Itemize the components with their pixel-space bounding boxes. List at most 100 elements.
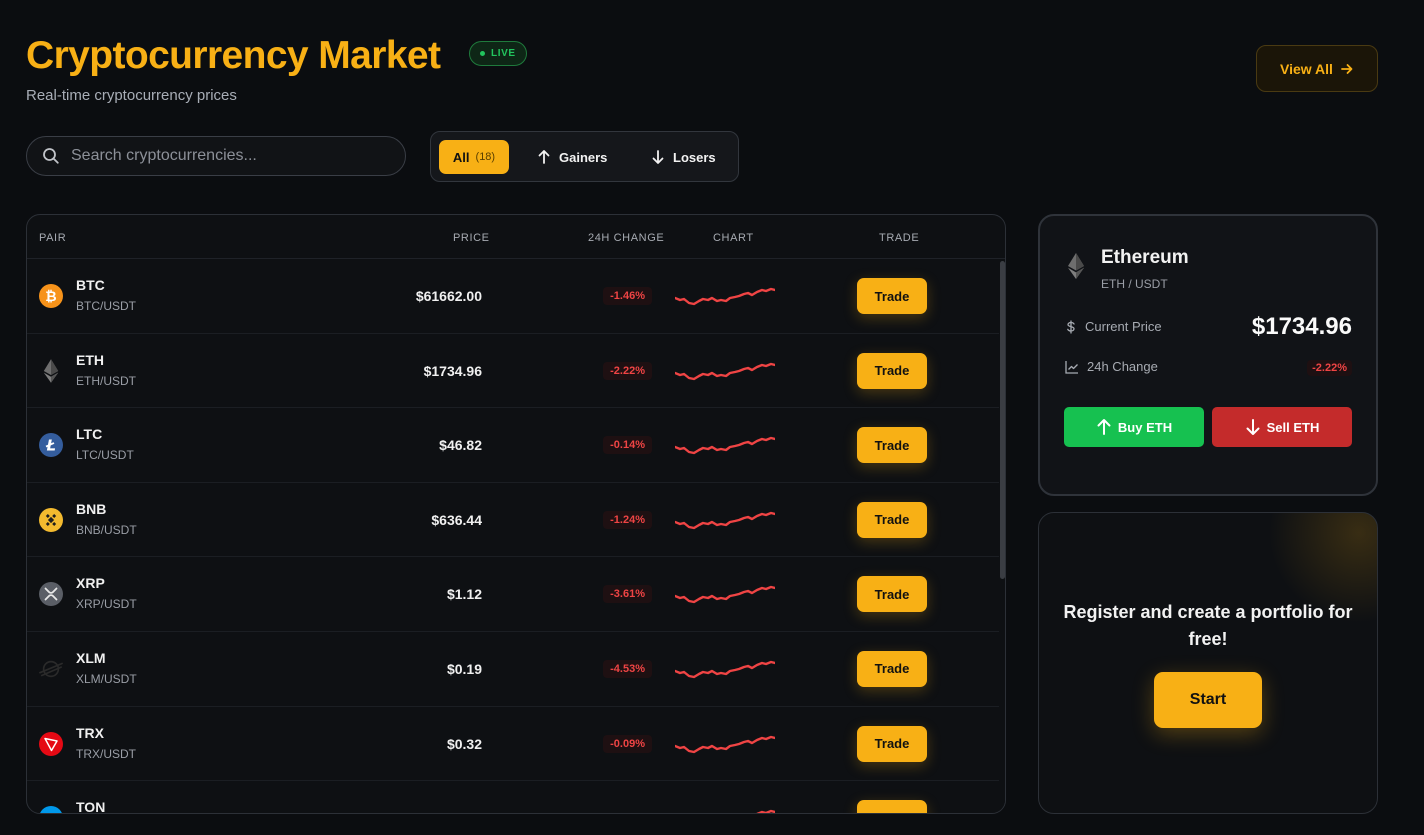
view-all-button[interactable]: View All [1256, 45, 1378, 92]
filter-losers-label: Losers [673, 149, 716, 165]
table-row[interactable]: XLM XLM/USDT $0.19 -4.53% Trade [27, 632, 999, 707]
toncoin-icon [39, 806, 63, 813]
live-badge: LIVE [469, 41, 527, 66]
arrow-down-icon [1246, 419, 1260, 435]
coin-symbol: TON [76, 799, 106, 814]
table-body: ₿ BTC BTC/USDT $61662.00 -1.46% Trade ETH ETH/U… [27, 259, 999, 814]
current-price-value: $1734.96 [1251, 313, 1352, 340]
change-value: -2.22% [1307, 360, 1352, 376]
trade-button[interactable]: Trade [857, 650, 927, 687]
table-row[interactable]: Ł LTC LTC/USDT $46.82 -0.14% Trade [27, 408, 999, 483]
filter-group: All (18) Gainers Losers [430, 131, 739, 182]
dollar-icon [1067, 319, 1075, 334]
filter-all-button[interactable]: All (18) [439, 140, 509, 174]
table-row[interactable]: BNB BNB/USDT $636.44 -1.24% Trade [27, 483, 999, 558]
trade-button[interactable]: Trade [857, 427, 927, 464]
column-24h-change: 24H CHANGE [588, 232, 665, 244]
litecoin-icon: Ł [39, 433, 63, 458]
coin-change: -4.53% [603, 659, 652, 678]
coin-detail-card: Ethereum ETH / USDT Current Price $1734.… [1038, 214, 1378, 496]
coin-symbol: TRX [76, 724, 104, 741]
table-row[interactable]: TONTON/USDTTrade [27, 781, 999, 814]
trade-button[interactable]: Trade [857, 800, 927, 813]
tron-icon [39, 731, 63, 756]
coin-symbol: XLM [76, 649, 106, 666]
sparkline-chart [675, 511, 775, 529]
page-subtitle: Real-time cryptocurrency prices [26, 87, 237, 104]
coin-pair: BTC/USDT [76, 299, 136, 313]
coin-pair: XLM/USDT [76, 671, 137, 686]
change-label-text: 24h Change [1087, 359, 1158, 374]
filter-gainers-button[interactable]: Gainers [537, 140, 607, 174]
stellar-icon [39, 657, 63, 681]
coin-price: $46.82 [439, 437, 482, 454]
coin-pair: ETH / USDT [1101, 277, 1168, 291]
sparkline-chart [675, 436, 775, 455]
table-row[interactable]: XRP XRP/USDT $1.12 -3.61% Trade [27, 557, 999, 632]
trade-button[interactable]: Trade [857, 725, 927, 762]
trade-button[interactable]: Trade [857, 576, 927, 613]
sparkline-chart [675, 287, 775, 306]
table-row[interactable]: TRX TRX/USDT $0.32 -0.09% Trade [27, 707, 999, 782]
sparkline-chart [675, 586, 775, 604]
change-label: 24h Change [1065, 359, 1158, 374]
coin-symbol: XRP [76, 575, 105, 592]
sparkline-chart [675, 735, 775, 753]
svg-text:Ł: Ł [45, 437, 56, 455]
table-row[interactable]: ETH ETH/USDT $1734.96 -2.22% Trade [27, 334, 999, 409]
filter-losers-button[interactable]: Losers [651, 140, 716, 174]
column-price: PRICE [453, 232, 490, 244]
promo-text: Register and create a portfolio for free… [1063, 602, 1353, 649]
column-trade: TRADE [879, 232, 920, 244]
column-chart: CHART [713, 232, 754, 244]
coin-pair: ETH/USDT [76, 373, 136, 388]
market-table: PAIR PRICE 24H CHANGE CHART TRADE ₿ BTC BT… [26, 214, 1006, 814]
sparkline-chart [756, 809, 775, 813]
coin-price: $636.44 [431, 511, 482, 528]
coin-change: -2.22% [603, 361, 652, 380]
arrow-down-icon [652, 150, 664, 164]
coin-name: Ethereum [1101, 247, 1189, 268]
ethereum-icon [39, 358, 63, 383]
sparkline-chart [675, 660, 775, 679]
coin-price: $0.19 [446, 660, 482, 677]
trade-button[interactable]: Trade [857, 352, 927, 389]
coin-price: $61662.00 [415, 288, 482, 304]
coin-change: -0.09% [603, 734, 652, 753]
coin-pair: TRX/USDT [76, 746, 136, 761]
coin-price: $0.32 [446, 735, 482, 752]
buy-button-label: Buy ETH [1117, 419, 1173, 435]
filter-all-count: (18) [475, 151, 496, 163]
view-all-label: View All [1280, 60, 1333, 77]
buy-button[interactable]: Buy ETH [1064, 407, 1204, 447]
trade-button[interactable]: Trade [857, 278, 927, 314]
coin-price: $1.12 [446, 586, 482, 603]
arrow-up-icon [538, 150, 550, 164]
coin-price: $1734.96 [423, 362, 482, 379]
arrow-up-icon [1097, 419, 1111, 435]
coin-pair: BNB/USDT [76, 522, 137, 537]
filter-all-label: All [452, 149, 470, 165]
svg-text:₿: ₿ [45, 289, 56, 305]
trade-button[interactable]: Trade [857, 501, 927, 538]
live-badge-label: LIVE [491, 48, 516, 59]
coin-change: -1.46% [603, 287, 652, 305]
search-input[interactable] [71, 147, 381, 165]
coin-pair: XRP/USDT [76, 597, 137, 612]
table-header: PAIR PRICE 24H CHANGE CHART TRADE [27, 215, 1005, 259]
search-bar[interactable] [26, 136, 406, 176]
sell-button-label: Sell ETH [1266, 419, 1320, 435]
scrollbar-thumb[interactable] [1000, 261, 1005, 579]
coin-symbol: BNB [76, 500, 107, 517]
table-row[interactable]: ₿ BTC BTC/USDT $61662.00 -1.46% Trade [27, 259, 999, 334]
start-button[interactable]: Start [1154, 672, 1262, 728]
promo-card: Register and create a portfolio for free… [1038, 512, 1378, 814]
filter-gainers-label: Gainers [559, 149, 608, 165]
current-price-label: Current Price [1065, 319, 1162, 334]
current-price-text: Current Price [1085, 319, 1162, 334]
xrp-icon [39, 582, 63, 607]
sell-button[interactable]: Sell ETH [1212, 407, 1352, 447]
arrow-right-icon [1341, 63, 1353, 74]
table-scrollbar[interactable] [1000, 259, 1005, 813]
page-title: Cryptocurrency Market [26, 34, 441, 77]
